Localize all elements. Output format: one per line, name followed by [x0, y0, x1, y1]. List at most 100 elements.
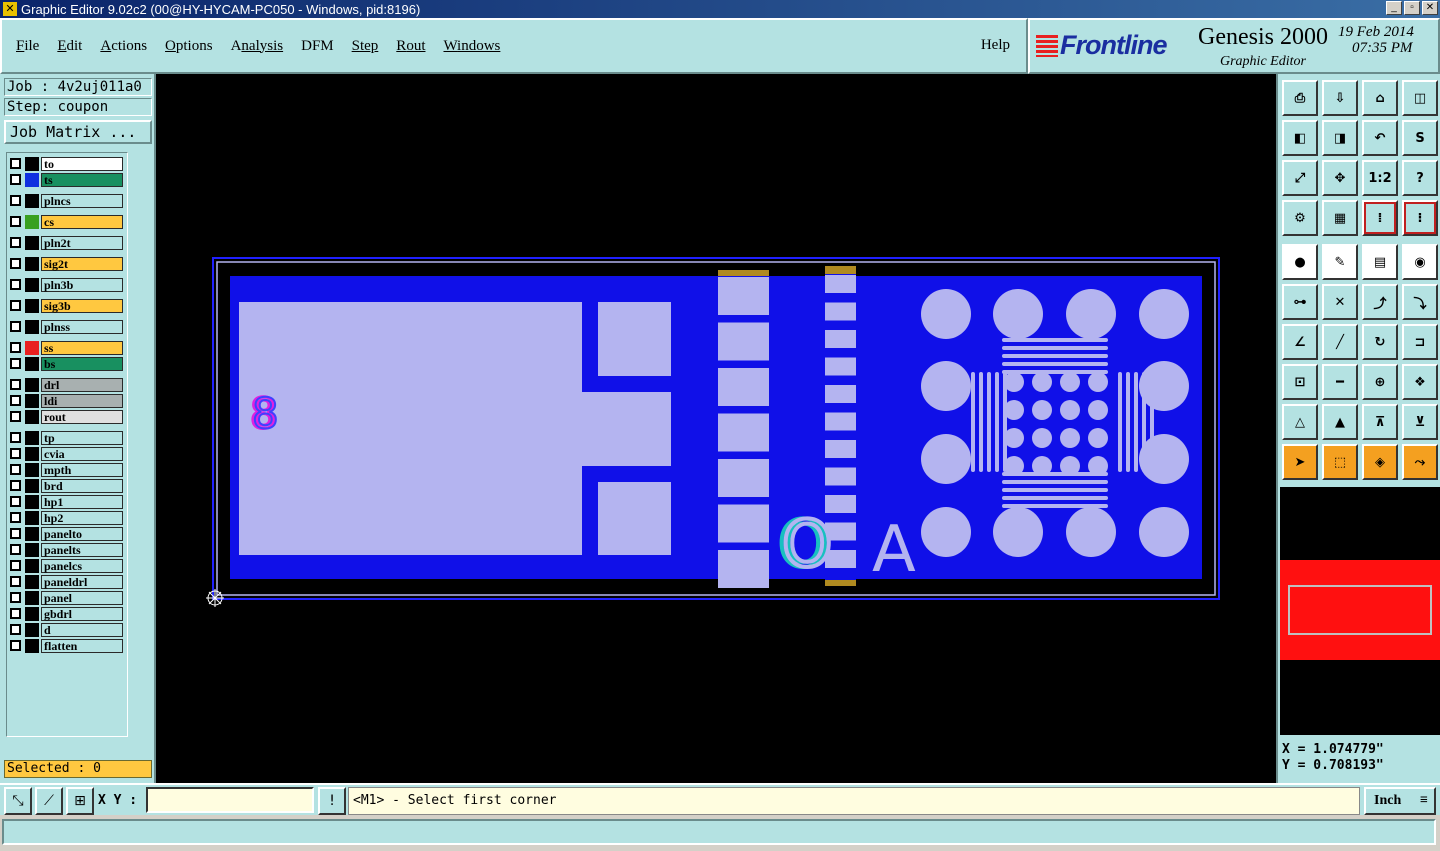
layer-row-gbdrl[interactable]: gbdrl: [7, 607, 125, 621]
layer-checkbox[interactable]: [10, 174, 21, 185]
layer-name[interactable]: cs: [41, 215, 123, 229]
close-button[interactable]: ✕: [1422, 1, 1438, 15]
minimize-button[interactable]: _: [1386, 1, 1402, 15]
undo-button[interactable]: ↶: [1362, 120, 1398, 156]
node-button[interactable]: ⊶: [1282, 284, 1318, 320]
layer-checkbox[interactable]: [10, 279, 21, 290]
layer-name[interactable]: cvia: [41, 447, 123, 461]
layer-color-swatch[interactable]: [25, 236, 39, 250]
layer-row-bs[interactable]: bs: [7, 357, 125, 371]
layer-row-brd[interactable]: brd: [7, 479, 125, 493]
layer-name[interactable]: pln2t: [41, 236, 123, 250]
layer-checkbox[interactable]: [10, 158, 21, 169]
dot-button[interactable]: ◉: [1402, 244, 1438, 280]
scale-button[interactable]: ⊕: [1362, 364, 1398, 400]
layer-row-sig2t[interactable]: sig2t: [7, 257, 125, 271]
layer-name[interactable]: sig2t: [41, 257, 123, 271]
menu-step[interactable]: Step: [352, 38, 379, 55]
layer-row-panelts[interactable]: panelts: [7, 543, 125, 557]
layer-color-swatch[interactable]: [25, 543, 39, 557]
layer-compare-button[interactable]: ⁞: [1362, 200, 1398, 236]
layer-name[interactable]: gbdrl: [41, 607, 123, 621]
layer-row-to[interactable]: to: [7, 157, 125, 171]
menu-options[interactable]: Options: [165, 38, 213, 55]
layer-row-flatten[interactable]: flatten: [7, 639, 125, 653]
select-button[interactable]: ➤: [1282, 444, 1318, 480]
layer-row-plncs[interactable]: plncs: [7, 194, 125, 208]
layer-name[interactable]: panelto: [41, 527, 123, 541]
layer-checkbox[interactable]: [10, 195, 21, 206]
layer-name[interactable]: ts: [41, 173, 123, 187]
overview-viewport[interactable]: [1288, 585, 1432, 635]
layer-name[interactable]: tp: [41, 431, 123, 445]
layer-color-swatch[interactable]: [25, 357, 39, 371]
open-step-button[interactable]: ⎙: [1282, 80, 1318, 116]
ruler-button[interactable]: ▤: [1362, 244, 1398, 280]
cut-button[interactable]: ━: [1322, 364, 1358, 400]
tri1-button[interactable]: △: [1282, 404, 1318, 440]
layer-row-tp[interactable]: tp: [7, 431, 125, 445]
zoom-button[interactable]: ✥: [1322, 160, 1358, 196]
layer-name[interactable]: mpth: [41, 463, 123, 477]
layer-name[interactable]: brd: [41, 479, 123, 493]
layer-checkbox[interactable]: [10, 496, 21, 507]
layer-name[interactable]: hp1: [41, 495, 123, 509]
menu-analysis[interactable]: Analysis: [231, 38, 284, 55]
layer-name[interactable]: ss: [41, 341, 123, 355]
split-button[interactable]: ⊐: [1402, 324, 1438, 360]
layer-name[interactable]: flatten: [41, 639, 123, 653]
layer-checkbox[interactable]: [10, 379, 21, 390]
layer-color-swatch[interactable]: [25, 639, 39, 653]
layer-color-swatch[interactable]: [25, 173, 39, 187]
layer-checkbox[interactable]: [10, 342, 21, 353]
layer-name[interactable]: d: [41, 623, 123, 637]
layer-checkbox[interactable]: [10, 512, 21, 523]
layer-name[interactable]: panelts: [41, 543, 123, 557]
grid-button[interactable]: ▦: [1322, 200, 1358, 236]
layer-checkbox[interactable]: [10, 560, 21, 571]
layer-row-cs[interactable]: cs: [7, 215, 125, 229]
layer-row-panelto[interactable]: panelto: [7, 527, 125, 541]
window-button[interactable]: ◫: [1402, 80, 1438, 116]
layer-color-swatch[interactable]: [25, 299, 39, 313]
menu-windows[interactable]: Windows: [443, 38, 500, 55]
layer-color-swatch[interactable]: [25, 479, 39, 493]
maximize-button[interactable]: ▫: [1404, 1, 1420, 15]
xy-input[interactable]: [146, 787, 314, 813]
shapes-button[interactable]: ❖: [1402, 364, 1438, 400]
layer-color-swatch[interactable]: [25, 575, 39, 589]
layer-checkbox[interactable]: [10, 448, 21, 459]
line-button[interactable]: ╱: [1322, 324, 1358, 360]
layer-color-swatch[interactable]: [25, 527, 39, 541]
tri2-button[interactable]: ▲: [1322, 404, 1358, 440]
layer-checkbox[interactable]: [10, 395, 21, 406]
draw-button[interactable]: ✎: [1322, 244, 1358, 280]
tri3-button[interactable]: ⊼: [1362, 404, 1398, 440]
graphic-canvas[interactable]: 8 8 O O A: [156, 74, 1276, 783]
layer-checkbox[interactable]: [10, 321, 21, 332]
angle-button[interactable]: ∠: [1282, 324, 1318, 360]
layer-color-swatch[interactable]: [25, 194, 39, 208]
pan-left-button[interactable]: ◧: [1282, 120, 1318, 156]
layer-row-hp1[interactable]: hp1: [7, 495, 125, 509]
select-lasso-button[interactable]: ◈: [1362, 444, 1398, 480]
layer-row-mpth[interactable]: mpth: [7, 463, 125, 477]
layer-color-swatch[interactable]: [25, 511, 39, 525]
alert-button[interactable]: !: [318, 787, 346, 815]
arc-button[interactable]: ↻: [1362, 324, 1398, 360]
layer-row-panelcs[interactable]: panelcs: [7, 559, 125, 573]
layer-color-swatch[interactable]: [25, 157, 39, 171]
ratio-button[interactable]: 1:2: [1362, 160, 1398, 196]
layer-name[interactable]: to: [41, 157, 123, 171]
layer-color-swatch[interactable]: [25, 607, 39, 621]
layer-row-ts[interactable]: ts: [7, 173, 125, 187]
layer-checkbox[interactable]: [10, 237, 21, 248]
save-button[interactable]: ⇩: [1322, 80, 1358, 116]
layer-name[interactable]: panelcs: [41, 559, 123, 573]
layer-row-cvia[interactable]: cvia: [7, 447, 125, 461]
layer-name[interactable]: paneldrl: [41, 575, 123, 589]
layer-row-plnss[interactable]: plnss: [7, 320, 125, 334]
route-button[interactable]: ⤳: [1402, 444, 1438, 480]
job-matrix-button[interactable]: Job Matrix ...: [4, 120, 152, 144]
layer-checkbox[interactable]: [10, 592, 21, 603]
